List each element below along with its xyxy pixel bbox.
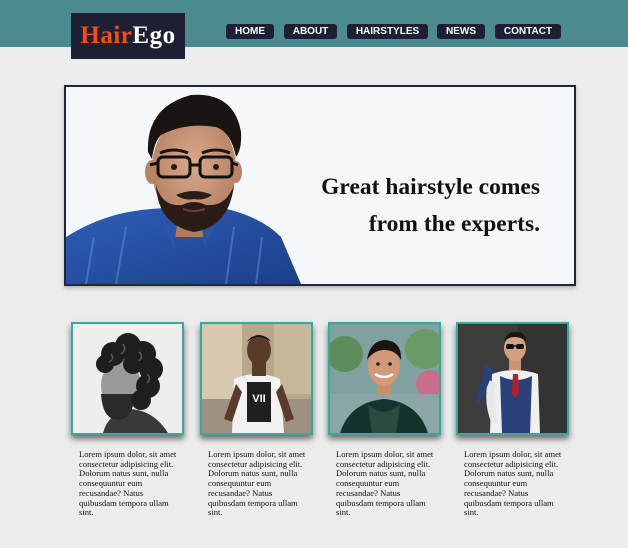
card-description: Lorem ipsum dolor, sit amet consectetur … [464, 449, 562, 518]
hero-headline: Great hairstyle comes from the experts. [270, 169, 540, 243]
nav-contact-button[interactable]: CONTACT [495, 24, 561, 39]
nav-home-button[interactable]: HOME [226, 24, 274, 39]
card-photo-smiling-man[interactable] [328, 322, 441, 435]
hairstyle-card[interactable]: Lorem ipsum dolor, sit amet consectetur … [456, 322, 569, 518]
nav-about-button[interactable]: ABOUT [284, 24, 337, 39]
hero-headline-line2: from the experts. [368, 211, 540, 237]
card-description: Lorem ipsum dolor, sit amet consectetur … [79, 449, 177, 518]
nav-hairstyles-button[interactable]: HAIRSTYLES [347, 24, 428, 39]
card-description: Lorem ipsum dolor, sit amet consectetur … [208, 449, 306, 518]
hero-banner: Great hairstyle comes from the experts. [64, 85, 576, 286]
hairstyle-card[interactable]: Lorem ipsum dolor, sit amet consectetur … [71, 322, 184, 518]
hairstyle-card[interactable]: Lorem ipsum dolor, sit amet consectetur … [328, 322, 441, 518]
nav-news-button[interactable]: NEWS [437, 24, 485, 39]
card-description: Lorem ipsum dolor, sit amet consectetur … [336, 449, 434, 518]
logo-text-ego: Ego [132, 22, 176, 49]
site-logo[interactable]: Hair Ego [71, 13, 185, 59]
hairstyle-card[interactable]: VII Lorem ipsum dolor, sit amet consecte… [200, 322, 313, 518]
card-photo-suited-man[interactable] [456, 322, 569, 435]
svg-text:VII: VII [252, 393, 265, 405]
card-photo-young-man[interactable]: VII [200, 322, 313, 435]
card-photo-curly-hair[interactable] [71, 322, 184, 435]
hero-headline-line1: Great hairstyle comes [321, 174, 540, 200]
logo-text-hair: Hair [80, 22, 133, 49]
